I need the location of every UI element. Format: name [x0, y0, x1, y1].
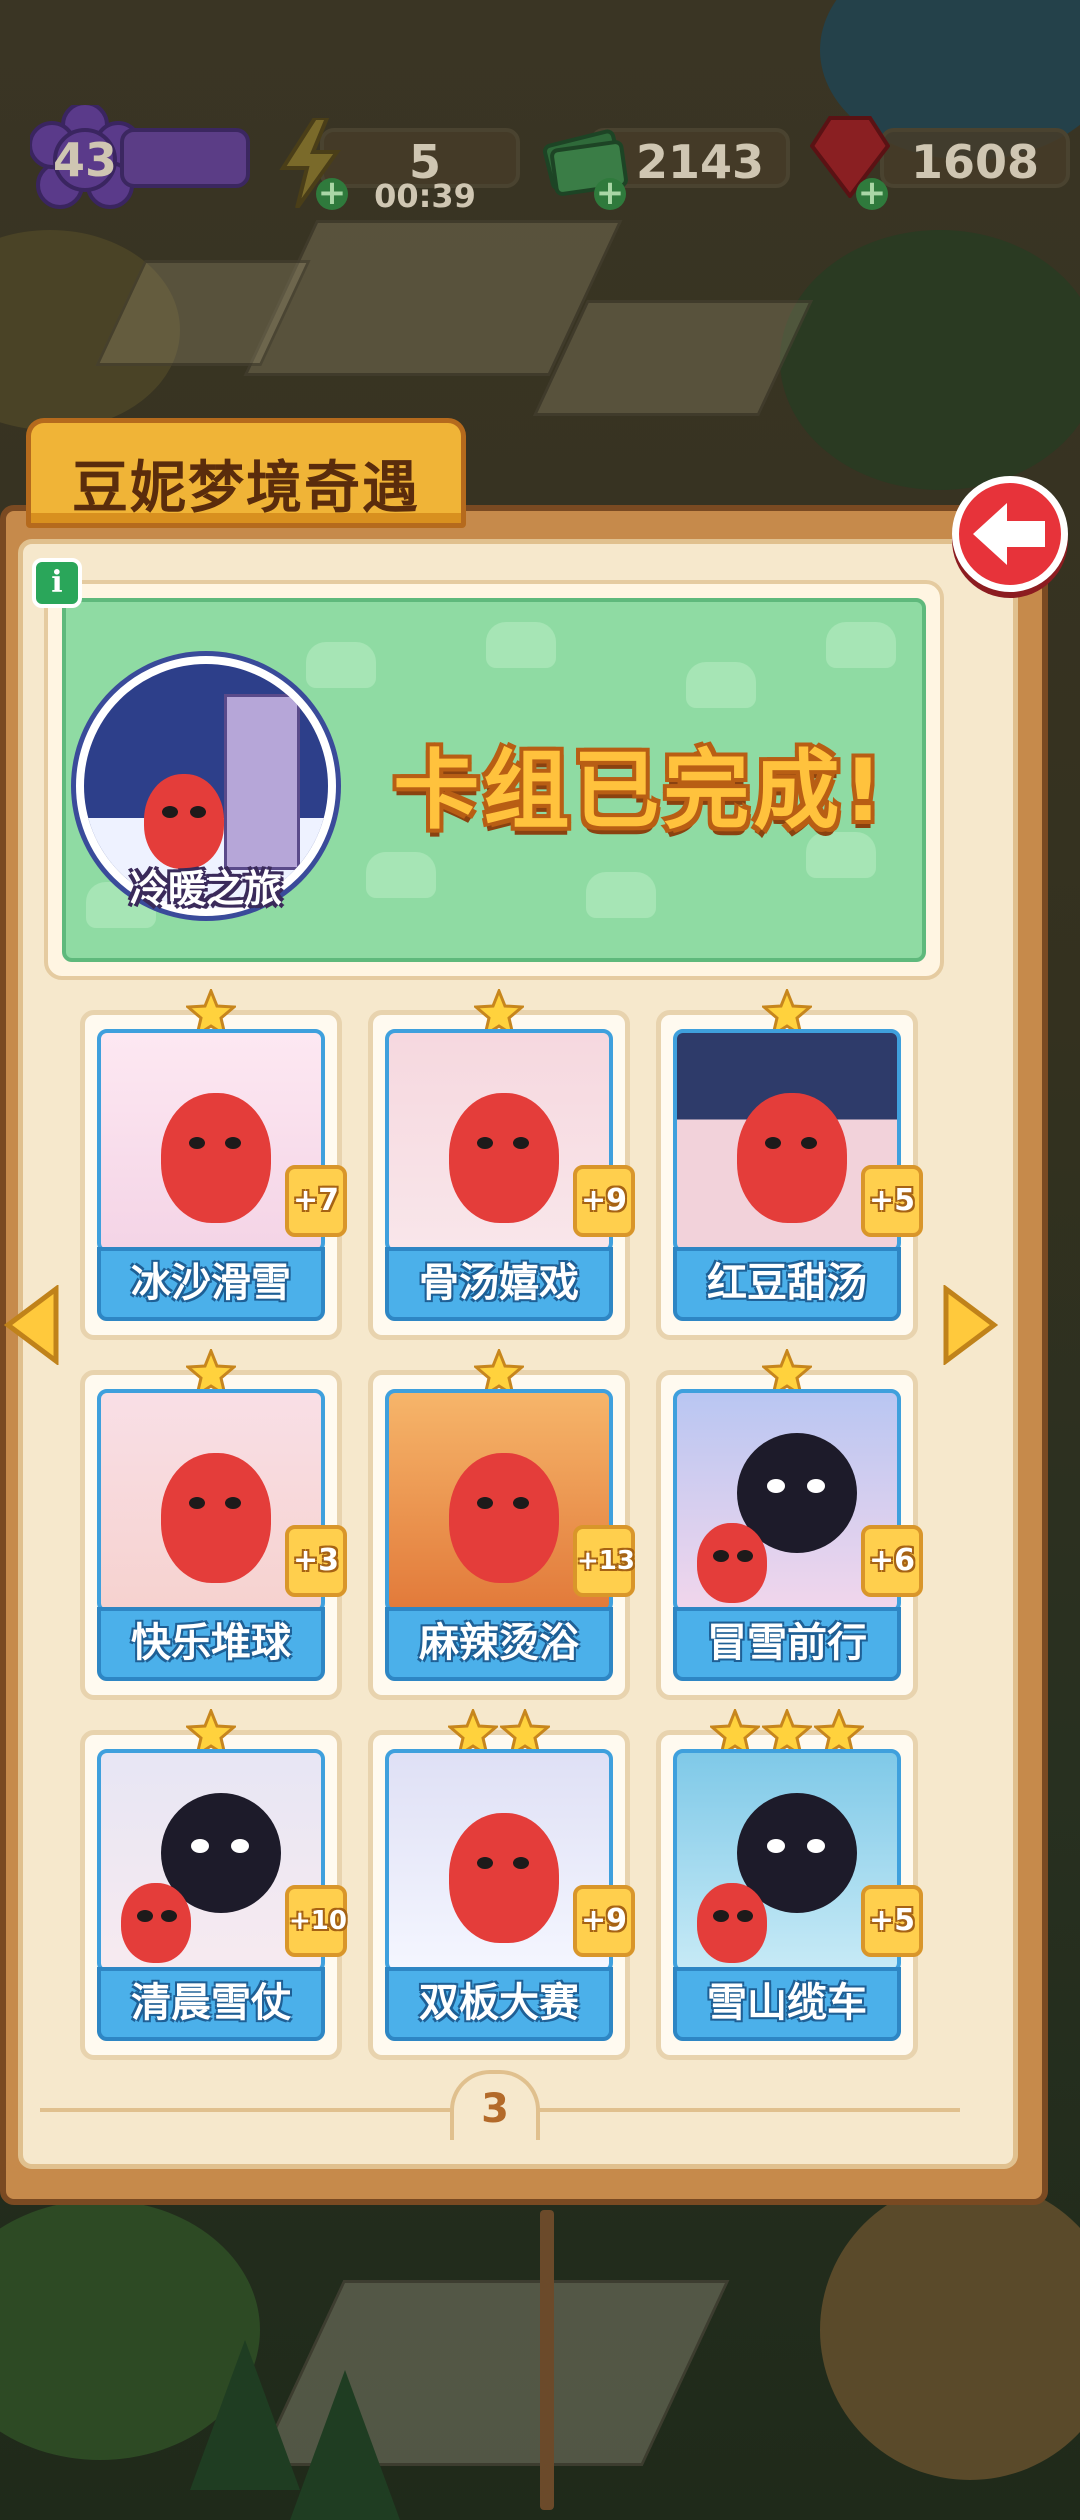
card-duplicate-count: +5	[861, 1165, 923, 1237]
card-item[interactable]: 雪山缆车 +5	[656, 1709, 923, 2060]
card-item[interactable]: 冰沙滑雪 +7	[80, 989, 347, 1340]
xp-bar	[120, 128, 250, 188]
card-name: 雪山缆车	[673, 1967, 901, 2041]
card-duplicate-count: +6	[861, 1525, 923, 1597]
card-item[interactable]: 快乐堆球 +3	[80, 1349, 347, 1700]
gems-add-button[interactable]: +	[856, 176, 888, 210]
card-item[interactable]: 双板大赛 +9	[368, 1709, 635, 2060]
card-duplicate-count: +9	[573, 1885, 635, 1957]
card-duplicate-count: +7	[285, 1165, 347, 1237]
card-duplicate-count: +13	[573, 1525, 635, 1597]
gems-value: 1608	[910, 135, 1040, 189]
deck-name: 冷暖之旅	[129, 867, 282, 911]
card-item[interactable]: 麻辣烫浴 +13	[368, 1349, 635, 1700]
energy-timer: 00:39	[374, 177, 476, 215]
card-name: 冰沙滑雪	[97, 1247, 325, 1321]
card-name: 冒雪前行	[673, 1607, 901, 1681]
card-duplicate-count: +9	[573, 1165, 635, 1237]
info-icon[interactable]: i	[32, 558, 82, 608]
card-name: 快乐堆球	[97, 1607, 325, 1681]
deck-complete-text: 卡组已完成!	[393, 741, 887, 841]
card-duplicate-count: +10	[285, 1885, 347, 1957]
card-name: 麻辣烫浴	[385, 1607, 613, 1681]
card-duplicate-count: +5	[861, 1885, 923, 1957]
back-button[interactable]	[952, 476, 1068, 592]
card-item[interactable]: 清晨雪仗 +10	[80, 1709, 347, 2060]
next-page-arrow-icon[interactable]	[942, 1285, 998, 1365]
page-number: 3	[450, 2070, 540, 2140]
card-item[interactable]: 冒雪前行 +6	[656, 1349, 923, 1700]
card-name: 清晨雪仗	[97, 1967, 325, 2041]
back-arrow-icon	[973, 503, 1045, 565]
album-title: 豆妮梦境奇遇	[72, 456, 420, 521]
card-item[interactable]: 红豆甜汤 +5	[656, 989, 923, 1340]
card-name: 双板大赛	[385, 1967, 613, 2041]
album-title-tab: 豆妮梦境奇遇	[26, 418, 466, 528]
card-duplicate-count: +3	[285, 1525, 347, 1597]
cash-value: 2143	[635, 135, 765, 189]
card-name: 骨汤嬉戏	[385, 1247, 613, 1321]
prev-page-arrow-icon[interactable]	[4, 1285, 60, 1365]
card-name: 红豆甜汤	[673, 1247, 901, 1321]
card-item[interactable]: 骨汤嬉戏 +9	[368, 989, 635, 1340]
